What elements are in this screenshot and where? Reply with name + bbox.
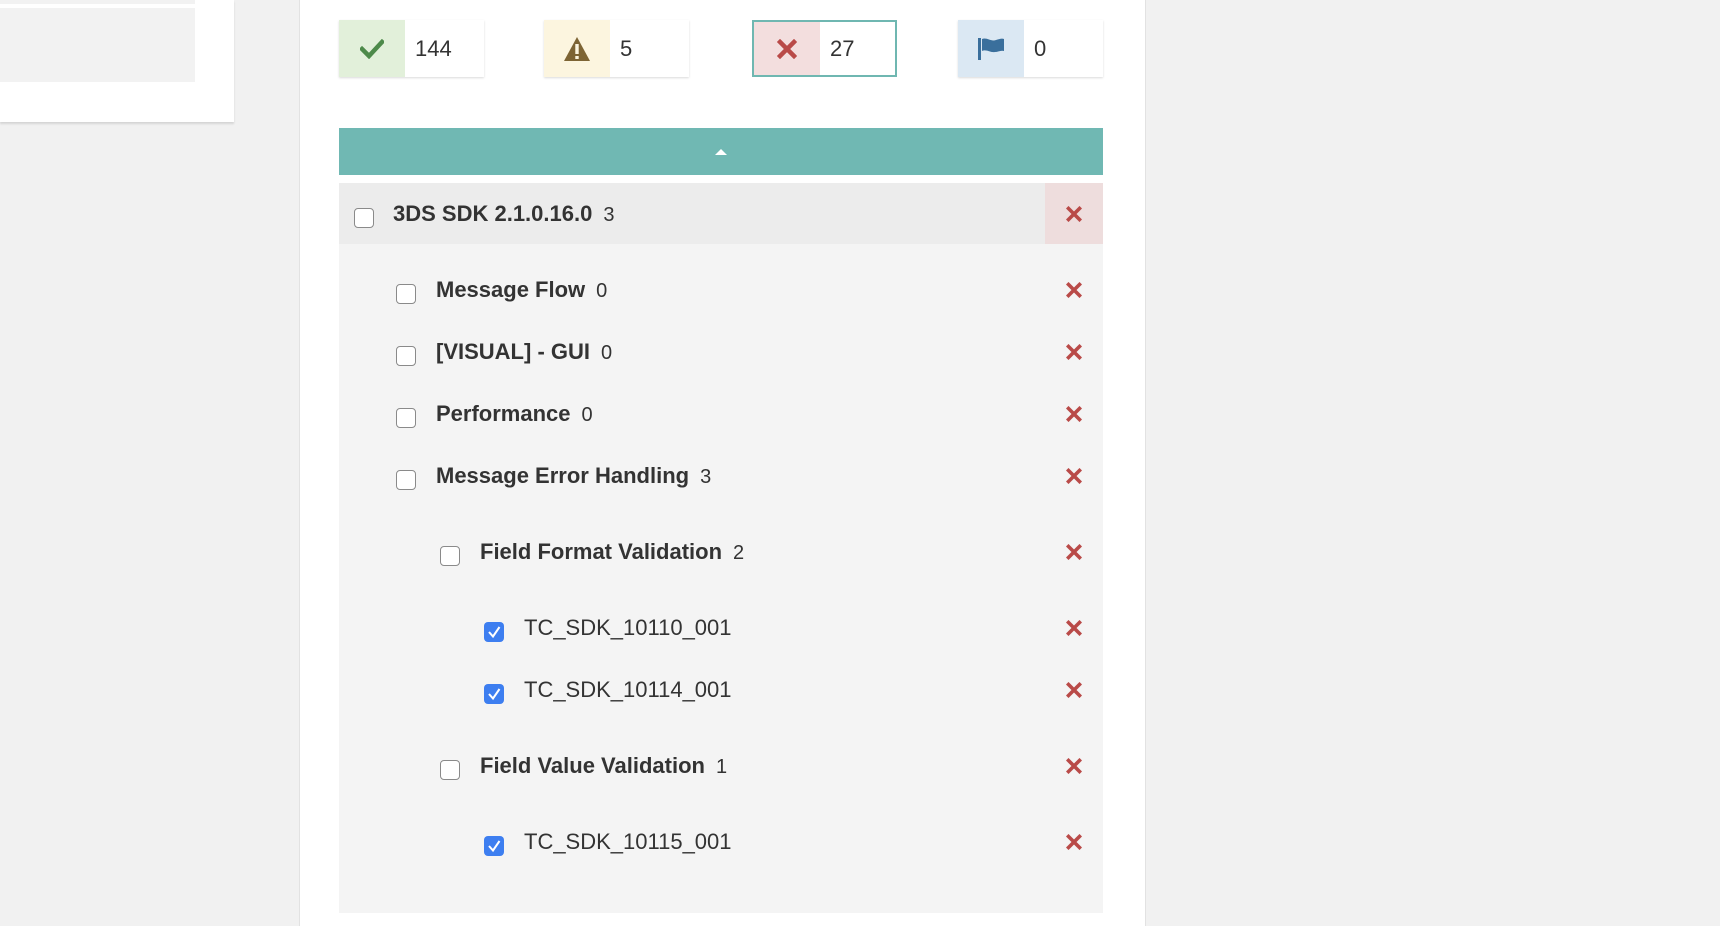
test-case-row: TC_SDK_10110_001 — [339, 597, 1103, 658]
tree-item-name: Message Error Handling — [436, 463, 690, 488]
tree-group-row: Performance 0 — [339, 383, 1103, 444]
times-icon — [1066, 343, 1082, 360]
tree-item-count: 3 — [603, 204, 615, 226]
times-icon — [754, 22, 820, 75]
times-icon — [1066, 543, 1082, 560]
tree-item-name: Message Flow — [436, 277, 586, 302]
times-icon — [1066, 281, 1082, 298]
tree-group-row: [VISUAL] - GUI 0 — [339, 321, 1103, 382]
left-panel-block — [0, 8, 195, 82]
flagged-count: 0 — [1034, 36, 1047, 61]
tree-group-row: Message Error Handling 3 — [339, 445, 1103, 506]
times-icon — [1066, 405, 1082, 422]
tree-item-label[interactable]: Field Format Validation 2 — [480, 539, 744, 565]
checkbox[interactable] — [396, 346, 416, 366]
passed-count: 144 — [415, 36, 452, 61]
tree-item-label[interactable]: Performance 0 — [436, 401, 593, 427]
times-icon — [1066, 757, 1082, 774]
flag-icon — [958, 20, 1024, 77]
tree-group-row: Message Flow 0 — [339, 259, 1103, 320]
checkbox[interactable] — [440, 760, 460, 780]
checkbox-checked[interactable] — [484, 836, 504, 856]
tree-item-name: Field Format Validation — [480, 539, 723, 564]
failed-filter[interactable]: 27 — [752, 20, 897, 77]
results-panel: 144 5 27 0 3DS SDK 2.1.0.16.0 3 Message … — [299, 0, 1146, 926]
times-icon — [1066, 681, 1082, 698]
tree-item-name: [VISUAL] - GUI — [436, 339, 590, 364]
checkbox[interactable] — [396, 408, 416, 428]
tree-item-name: TC_SDK_10110_001 — [524, 615, 732, 640]
tree-item-name: 3DS SDK 2.1.0.16.0 — [393, 201, 593, 226]
checkbox-checked[interactable] — [484, 622, 504, 642]
remove-button[interactable] — [1045, 383, 1103, 444]
test-case-row: TC_SDK_10114_001 — [339, 659, 1103, 720]
tree-item-count: 0 — [596, 280, 608, 302]
checkbox-checked[interactable] — [484, 684, 504, 704]
checkbox[interactable] — [396, 470, 416, 490]
tree-item-label[interactable]: TC_SDK_10114_001 — [524, 677, 732, 703]
checkmark-icon — [488, 840, 501, 853]
tree-item-count: 2 — [733, 542, 745, 564]
remove-button[interactable] — [1045, 445, 1103, 506]
collapse-toggle-bar[interactable] — [339, 128, 1103, 175]
remove-button[interactable] — [1045, 811, 1103, 872]
warnings-count: 5 — [620, 36, 633, 61]
tree-group-row: 3DS SDK 2.1.0.16.0 3 — [339, 183, 1103, 244]
left-panel — [0, 0, 234, 122]
checkbox[interactable] — [440, 546, 460, 566]
times-icon — [1066, 467, 1082, 484]
check-icon — [339, 20, 405, 77]
remove-button[interactable] — [1045, 259, 1103, 320]
remove-button[interactable] — [1045, 521, 1103, 582]
tree-item-count: 0 — [581, 404, 593, 426]
remove-button[interactable] — [1045, 597, 1103, 658]
warning-icon — [544, 20, 610, 77]
tree-group-row: Field Format Validation 2 — [339, 521, 1103, 582]
checkbox[interactable] — [354, 208, 374, 228]
times-icon — [1066, 619, 1082, 636]
tree-item-label[interactable]: Field Value Validation 1 — [480, 753, 727, 779]
tree-group-row: Field Value Validation 1 — [339, 735, 1103, 796]
tree-item-name: TC_SDK_10115_001 — [524, 829, 732, 854]
tree-item-name: Field Value Validation — [480, 753, 705, 778]
test-tree: 3DS SDK 2.1.0.16.0 3 Message Flow 0 [VISUAL]… — [339, 183, 1103, 913]
checkbox[interactable] — [396, 284, 416, 304]
checkmark-icon — [488, 626, 501, 639]
times-icon — [1066, 205, 1082, 222]
remove-button[interactable] — [1045, 321, 1103, 382]
tree-item-label[interactable]: Message Flow 0 — [436, 277, 607, 303]
tree-item-name: Performance — [436, 401, 571, 426]
tree-item-label[interactable]: [VISUAL] - GUI 0 — [436, 339, 612, 365]
remove-button[interactable] — [1045, 735, 1103, 796]
tree-item-label[interactable]: TC_SDK_10110_001 — [524, 615, 732, 641]
times-icon — [1066, 833, 1082, 850]
failed-count: 27 — [830, 36, 855, 61]
remove-button[interactable] — [1045, 183, 1103, 244]
checkmark-icon — [488, 688, 501, 701]
passed-filter[interactable]: 144 — [339, 20, 484, 77]
caret-up-icon — [715, 148, 727, 155]
tree-item-count: 1 — [715, 756, 728, 778]
tree-item-name: TC_SDK_10114_001 — [524, 677, 732, 702]
test-case-row: TC_SDK_10115_001 — [339, 811, 1103, 872]
tree-item-label[interactable]: TC_SDK_10115_001 — [524, 829, 732, 855]
remove-button[interactable] — [1045, 659, 1103, 720]
tree-item-count: 0 — [601, 342, 613, 364]
flagged-filter[interactable]: 0 — [958, 20, 1103, 77]
warnings-filter[interactable]: 5 — [544, 20, 689, 77]
tree-item-label[interactable]: 3DS SDK 2.1.0.16.0 3 — [393, 201, 614, 227]
left-panel-strip — [0, 0, 195, 4]
tree-item-count: 3 — [700, 466, 712, 488]
tree-item-label[interactable]: Message Error Handling 3 — [436, 463, 711, 489]
